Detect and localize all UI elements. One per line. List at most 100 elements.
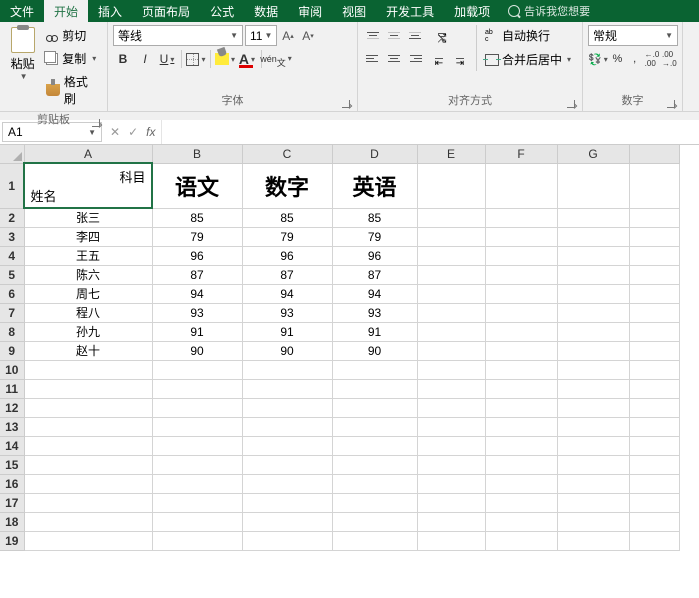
- cell[interactable]: [242, 360, 332, 379]
- cell[interactable]: [485, 493, 557, 512]
- copy-button[interactable]: 复制▾: [43, 48, 102, 69]
- cell[interactable]: [557, 208, 629, 227]
- cell[interactable]: [332, 417, 417, 436]
- orientation-button[interactable]: ⤭▾: [429, 25, 455, 45]
- cell[interactable]: [417, 398, 485, 417]
- cell-A7[interactable]: 程八: [24, 303, 152, 322]
- tab-addins[interactable]: 加载项: [444, 0, 500, 22]
- col-header-A[interactable]: A: [24, 145, 152, 163]
- row-header-1[interactable]: 1: [0, 163, 24, 208]
- cell-D3[interactable]: 79: [332, 227, 417, 246]
- tab-view[interactable]: 视图: [332, 0, 376, 22]
- accounting-button[interactable]: 💱▾: [588, 49, 608, 69]
- cell[interactable]: [242, 379, 332, 398]
- cell-B7[interactable]: 93: [152, 303, 242, 322]
- cell[interactable]: [24, 512, 152, 531]
- cell-D7[interactable]: 93: [332, 303, 417, 322]
- cell[interactable]: [417, 531, 485, 550]
- cell[interactable]: [485, 322, 557, 341]
- cell-C3[interactable]: 79: [242, 227, 332, 246]
- cell[interactable]: [557, 474, 629, 493]
- align-bottom-button[interactable]: [405, 25, 425, 45]
- cell[interactable]: [417, 341, 485, 360]
- cell[interactable]: [417, 360, 485, 379]
- cell[interactable]: [557, 265, 629, 284]
- col-header-F[interactable]: F: [485, 145, 557, 163]
- cell[interactable]: [417, 208, 485, 227]
- cell[interactable]: [417, 265, 485, 284]
- cell[interactable]: [557, 417, 629, 436]
- cell-D8[interactable]: 91: [332, 322, 417, 341]
- paste-button[interactable]: 粘贴 ▼: [5, 25, 40, 109]
- cell[interactable]: [152, 417, 242, 436]
- cell[interactable]: [24, 474, 152, 493]
- font-size-select[interactable]: 11▼: [245, 25, 277, 46]
- cell[interactable]: [242, 512, 332, 531]
- cell[interactable]: [557, 531, 629, 550]
- col-header-G[interactable]: G: [557, 145, 629, 163]
- cell-B5[interactable]: 87: [152, 265, 242, 284]
- tab-data[interactable]: 数据: [244, 0, 288, 22]
- cell[interactable]: [332, 493, 417, 512]
- row-header-19[interactable]: 19: [0, 531, 24, 550]
- tab-file[interactable]: 文件: [0, 0, 44, 22]
- cell-A6[interactable]: 周七: [24, 284, 152, 303]
- decrease-decimal-button[interactable]: .00→.0: [662, 49, 677, 69]
- cell[interactable]: [485, 455, 557, 474]
- increase-decimal-button[interactable]: ←.0.00: [644, 49, 659, 69]
- cancel-button[interactable]: ✕: [110, 125, 120, 139]
- cell[interactable]: [557, 493, 629, 512]
- cell[interactable]: [332, 436, 417, 455]
- formula-input[interactable]: [162, 120, 699, 144]
- cell[interactable]: [417, 493, 485, 512]
- cell[interactable]: [557, 360, 629, 379]
- decrease-font-button[interactable]: A▾: [299, 26, 317, 46]
- row-header-18[interactable]: 18: [0, 512, 24, 531]
- font-color-button[interactable]: A▾: [237, 49, 257, 69]
- row-header-5[interactable]: 5: [0, 265, 24, 284]
- cell-B4[interactable]: 96: [152, 246, 242, 265]
- row-header-7[interactable]: 7: [0, 303, 24, 322]
- italic-button[interactable]: I: [135, 49, 155, 69]
- row-header-2[interactable]: 2: [0, 208, 24, 227]
- cell[interactable]: [417, 455, 485, 474]
- cell[interactable]: [485, 341, 557, 360]
- cell[interactable]: [417, 227, 485, 246]
- cell-B3[interactable]: 79: [152, 227, 242, 246]
- cell[interactable]: [417, 417, 485, 436]
- cell-D2[interactable]: 85: [332, 208, 417, 227]
- cell[interactable]: [485, 474, 557, 493]
- cell[interactable]: [242, 436, 332, 455]
- fx-icon[interactable]: fx: [146, 125, 155, 139]
- cell[interactable]: [557, 322, 629, 341]
- tab-formulas[interactable]: 公式: [200, 0, 244, 22]
- cell[interactable]: [485, 208, 557, 227]
- col-header-B[interactable]: B: [152, 145, 242, 163]
- align-top-button[interactable]: [363, 25, 383, 45]
- cut-button[interactable]: 剪切: [43, 25, 102, 46]
- cell[interactable]: [485, 265, 557, 284]
- row-header-3[interactable]: 3: [0, 227, 24, 246]
- cell[interactable]: [417, 436, 485, 455]
- col-header-C[interactable]: C: [242, 145, 332, 163]
- cell[interactable]: [485, 398, 557, 417]
- cell[interactable]: [417, 474, 485, 493]
- row-header-14[interactable]: 14: [0, 436, 24, 455]
- dialog-launcher-icon[interactable]: [92, 119, 100, 127]
- row-header-9[interactable]: 9: [0, 341, 24, 360]
- cell[interactable]: [557, 163, 629, 208]
- col-header-D[interactable]: D: [332, 145, 417, 163]
- tell-me-search[interactable]: 告诉我您想要: [500, 0, 598, 22]
- cell-A8[interactable]: 孙九: [24, 322, 152, 341]
- cell-C9[interactable]: 90: [242, 341, 332, 360]
- cell[interactable]: [152, 531, 242, 550]
- tab-insert[interactable]: 插入: [88, 0, 132, 22]
- merge-center-button[interactable]: 合并后居中▾: [482, 49, 574, 70]
- cell[interactable]: [557, 455, 629, 474]
- cell[interactable]: [152, 360, 242, 379]
- cell[interactable]: [152, 493, 242, 512]
- row-header-11[interactable]: 11: [0, 379, 24, 398]
- cell[interactable]: [417, 512, 485, 531]
- cell-A1[interactable]: 科目姓名: [24, 163, 152, 208]
- increase-font-button[interactable]: A▴: [279, 26, 297, 46]
